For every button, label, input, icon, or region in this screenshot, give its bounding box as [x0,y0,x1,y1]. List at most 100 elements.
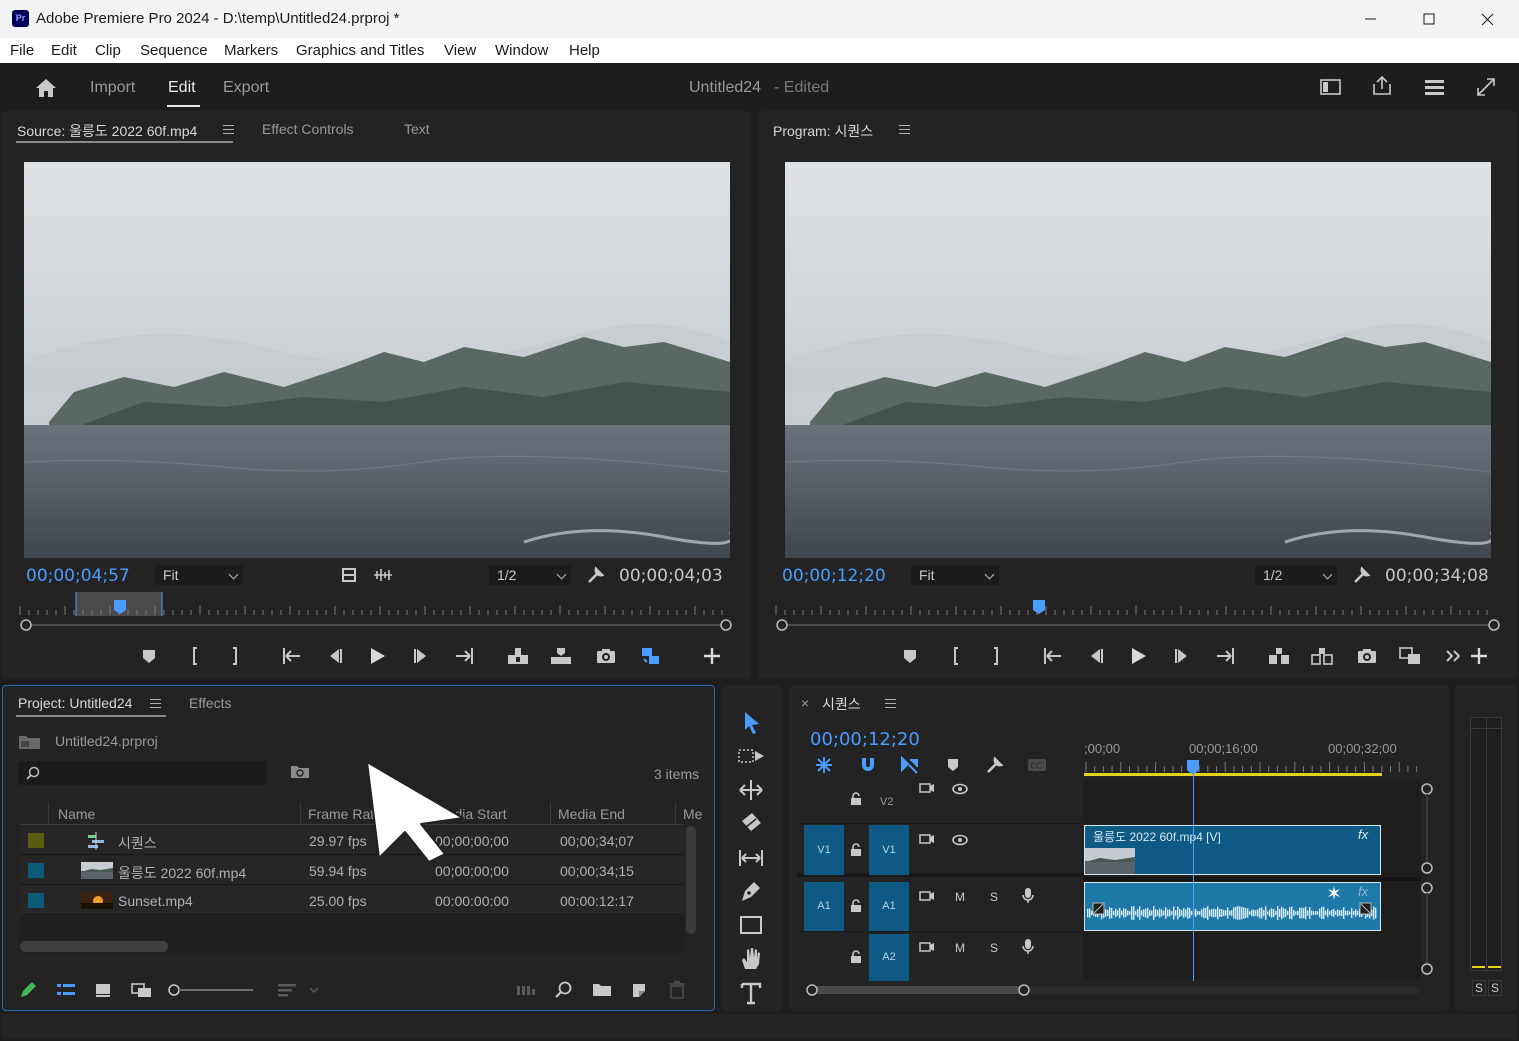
source-patch-a1[interactable]: A1 [804,882,844,931]
nav-edit[interactable]: Edit [168,79,196,97]
track-target-v1[interactable]: V1 [869,825,909,875]
pen-tool[interactable] [736,876,766,906]
program-go-to-out-button[interactable] [1213,645,1237,667]
find-button[interactable] [554,980,574,1000]
close-button[interactable] [1458,0,1516,38]
source-current-timecode[interactable]: 00;00;04;57 [26,566,130,586]
source-button-editor[interactable] [701,645,723,667]
lift-button[interactable] [1267,645,1291,667]
timeline-horizontal-zoom[interactable] [804,982,1424,998]
program-mark-in-button[interactable] [945,645,967,667]
thumbnail-size-slider[interactable] [166,980,256,1000]
panel-layout-button[interactable] [1318,76,1344,98]
comparison-view-button[interactable] [1398,645,1422,667]
program-settings-button[interactable] [1352,565,1372,585]
track-target-a1[interactable]: A1 [869,882,909,931]
program-go-to-in-button[interactable] [1041,645,1065,667]
go-to-out-button[interactable] [452,645,476,667]
nav-export[interactable]: Export [223,79,269,97]
source-resolution-dropdown[interactable]: 1/2 [489,565,571,585]
workspaces-button[interactable] [1422,76,1448,98]
toggle-sync-lock-v2[interactable] [918,781,936,795]
close-sequence-icon[interactable]: × [801,695,809,711]
tab-effects[interactable]: Effects [189,695,232,711]
list-view-button[interactable] [55,980,77,1000]
toggle-output-v2[interactable] [951,782,969,796]
tab-text[interactable]: Text [404,121,430,137]
project-row-sunset[interactable]: Sunset.mp4 25.00 fps 00:00:00:00 00:00:1… [20,886,684,915]
maximize-button[interactable] [1400,0,1458,38]
program-current-timecode[interactable]: 00;00;12;20 [782,566,886,586]
fullscreen-button[interactable] [1474,75,1500,99]
find-in-bin-button[interactable] [290,764,310,780]
program-step-back-button[interactable] [1085,645,1107,667]
solo-left-channel-button[interactable]: S [1472,980,1487,996]
timeline-menu-icon[interactable] [885,699,896,708]
type-tool[interactable] [736,978,766,1008]
project-horizontal-scrollbar[interactable] [20,941,168,952]
mark-in-button[interactable] [184,645,206,667]
program-button-editor[interactable] [1468,645,1490,667]
menu-clip[interactable]: Clip [95,42,121,59]
source-zoom-dropdown[interactable]: Fit [155,565,243,585]
menu-sequence[interactable]: Sequence [140,42,208,59]
program-add-marker-button[interactable] [899,645,921,667]
drag-audio-button[interactable] [372,566,394,584]
program-menu-icon[interactable] [899,125,910,134]
new-bin-button[interactable] [592,980,612,1000]
toggle-sync-lock-a1[interactable] [918,889,936,903]
more-controls-button[interactable] [1443,645,1465,667]
automate-to-sequence-button[interactable] [515,980,537,1000]
timeline-settings-button[interactable] [985,755,1005,775]
share-button[interactable] [1370,74,1396,98]
nav-import[interactable]: Import [90,79,135,97]
program-mark-out-button[interactable] [985,645,1007,667]
insert-and-overwrite-sequences-button[interactable] [639,645,663,667]
timeline-time-ruler[interactable] [1084,758,1424,780]
column-media-duration[interactable]: Me [683,806,702,822]
step-back-button[interactable] [324,645,346,667]
linked-selection-toggle[interactable] [899,755,919,775]
toggle-output-v1[interactable] [951,833,969,847]
source-patch-v1[interactable]: V1 [804,825,844,875]
ripple-edit-tool[interactable] [736,775,766,805]
program-play-button[interactable] [1127,645,1149,667]
solo-a2-button[interactable]: S [990,941,998,955]
timeline-vertical-zoom[interactable] [1420,780,1434,980]
track-select-tool[interactable] [736,741,766,771]
step-forward-button[interactable] [410,645,432,667]
tab-project[interactable]: Project: Untitled24 [18,695,132,711]
selection-tool[interactable] [736,708,766,738]
lock-icon[interactable] [849,950,863,964]
menu-window[interactable]: Window [495,42,548,59]
project-menu-icon[interactable] [150,699,161,708]
program-time-ruler[interactable] [774,592,1500,632]
insert-button[interactable] [506,645,530,667]
solo-a1-button[interactable]: S [990,890,998,904]
hand-tool[interactable] [736,944,766,974]
play-button[interactable] [366,645,388,667]
menu-graphics-and-titles[interactable]: Graphics and Titles [296,42,424,59]
toggle-sync-lock-a2[interactable] [918,940,936,954]
program-zoom-dropdown[interactable]: Fit [911,565,999,585]
home-button[interactable] [34,77,58,99]
slip-tool[interactable] [736,843,766,873]
go-to-in-button[interactable] [280,645,304,667]
tab-effect-controls[interactable]: Effect Controls [262,121,354,137]
source-menu-icon[interactable] [223,125,234,134]
toggle-sync-lock-v1[interactable] [918,832,936,846]
snap-toggle[interactable] [858,755,878,775]
lock-icon[interactable] [849,792,863,806]
drag-video-button[interactable] [340,566,358,584]
source-time-ruler[interactable] [18,592,734,632]
project-row-video[interactable]: 울릉도 2022 60f.mp4 59.94 fps 00;00;00;00 0… [20,856,684,885]
playhead-line[interactable] [1193,775,1194,981]
tab-source[interactable]: Source: 울릉도 2022 60f.mp4 [17,121,197,141]
audio-clip[interactable]: fx [1084,882,1381,931]
column-media-end[interactable]: Media End [558,806,625,822]
project-vertical-scrollbar[interactable] [686,826,696,934]
project-row-sequence[interactable]: 시퀀스 29.97 fps 00;00;00;00 00;00;34;07 [20,826,684,855]
timeline-add-marker-button[interactable] [944,755,962,775]
razor-tool[interactable] [736,809,766,839]
menu-file[interactable]: File [10,42,34,59]
